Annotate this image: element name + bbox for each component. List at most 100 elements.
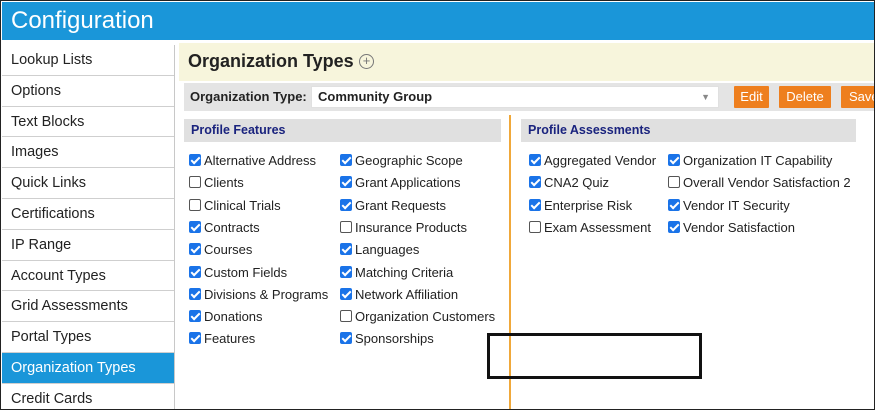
checkbox-unchecked-icon[interactable] (189, 176, 201, 189)
checkbox-item[interactable]: Exam Assessment (529, 220, 651, 236)
checkbox-label: Geographic Scope (355, 153, 463, 168)
checkbox-item[interactable]: Clients (189, 175, 244, 191)
checkbox-item[interactable]: Organization IT Capability (668, 153, 832, 169)
checkbox-label: Matching Criteria (355, 264, 454, 280)
checkbox-checked-icon[interactable] (340, 332, 352, 345)
checkbox-label: Grant Requests (355, 197, 447, 213)
checkbox-label: Aggregated Vendor (544, 153, 657, 168)
chevron-down-icon: ▼ (701, 92, 710, 102)
checkbox-unchecked-icon[interactable] (189, 198, 201, 211)
sidebar-item[interactable]: IP Range (2, 229, 174, 261)
checkbox-item[interactable]: Aggregated Vendor (529, 153, 656, 169)
edit-button[interactable]: Edit (734, 86, 769, 108)
checkbox-item[interactable]: Sponsorships (340, 331, 434, 347)
checkbox-checked-icon[interactable] (668, 198, 680, 211)
checkbox-label: Organization Customers (355, 309, 496, 325)
checkbox-item[interactable]: Grant Applications (340, 175, 461, 191)
checkbox-label: Sponsorships (355, 331, 434, 347)
sidebar-item[interactable]: Account Types (2, 260, 174, 292)
checkbox-item[interactable]: Clinical Trials (189, 198, 281, 214)
checkbox-unchecked-icon[interactable] (340, 310, 352, 323)
app-title: Configuration (2, 2, 874, 40)
page-title: Organization Types (188, 51, 354, 71)
checkbox-checked-icon[interactable] (340, 154, 352, 166)
checkbox-label: Overall Vendor Satisfaction 2 (683, 175, 851, 191)
checkbox-item[interactable]: Custom Fields (189, 265, 287, 281)
organization-type-bar: Organization Type: Community Group ▼ Edi… (184, 83, 874, 111)
checkbox-label: Contracts (204, 219, 260, 235)
checkbox-item[interactable]: Grant Requests (340, 198, 446, 214)
checkbox-unchecked-icon[interactable] (668, 176, 680, 189)
checkbox-checked-icon[interactable] (668, 220, 680, 233)
sidebar-item[interactable]: Text Blocks (2, 106, 174, 138)
organization-type-value: Community Group (318, 89, 433, 104)
checkbox-checked-icon[interactable] (189, 220, 201, 233)
checkbox-item[interactable]: Matching Criteria (340, 265, 453, 281)
checkbox-checked-icon[interactable] (189, 310, 201, 323)
delete-button[interactable]: Delete (779, 86, 831, 108)
sidebar-item[interactable]: Grid Assessments (2, 291, 174, 323)
checkbox-item[interactable]: Organization Customers (340, 309, 495, 325)
checkbox-label: Network Affiliation (355, 286, 459, 302)
sidebar-item[interactable]: Options (2, 75, 174, 107)
checkbox-label: Organization IT Capability (683, 153, 833, 168)
sidebar-item[interactable]: Quick Links (2, 168, 174, 199)
checkbox-checked-icon[interactable] (529, 198, 541, 211)
checkbox-item[interactable]: Overall Vendor Satisfaction 2 (668, 175, 851, 191)
checkbox-label: Divisions & Programs (204, 286, 329, 302)
checkbox-item[interactable]: Contracts (189, 220, 260, 236)
checkbox-checked-icon[interactable] (189, 243, 201, 256)
checkbox-checked-icon[interactable] (529, 176, 541, 189)
checkbox-label: Courses (204, 242, 253, 258)
checkbox-checked-icon[interactable] (189, 287, 201, 300)
checkbox-item[interactable]: Network Affiliation (340, 287, 458, 303)
checkbox-label: CNA2 Quiz (544, 175, 610, 191)
checkbox-item[interactable]: Vendor Satisfaction (668, 220, 795, 236)
checkbox-label: Exam Assessment (544, 219, 651, 235)
checkbox-checked-icon[interactable] (668, 154, 680, 166)
save-button[interactable]: Save (841, 86, 874, 108)
checkbox-label: Languages (355, 242, 420, 258)
checkbox-unchecked-icon[interactable] (529, 220, 541, 233)
checkbox-item[interactable]: Alternative Address (189, 153, 316, 169)
checkbox-item[interactable]: Enterprise Risk (529, 198, 632, 214)
checkbox-checked-icon[interactable] (340, 287, 352, 300)
checkbox-item[interactable]: Features (189, 331, 255, 347)
checkbox-checked-icon[interactable] (189, 332, 201, 345)
checkbox-label: Insurance Products (355, 219, 468, 235)
checkbox-item[interactable]: Courses (189, 242, 252, 258)
sidebar-item[interactable]: Lookup Lists (2, 45, 174, 76)
checkbox-label: Grant Applications (355, 175, 461, 191)
checkbox-label: Alternative Address (204, 153, 317, 168)
profile-features-header: Profile Features (184, 119, 501, 142)
app-window: Configuration Lookup Lists Options Text Bl… (0, 0, 875, 410)
sidebar-item[interactable]: Credit Cards (2, 383, 174, 409)
sidebar-item[interactable]: Portal Types (2, 322, 174, 353)
checkbox-item[interactable]: Donations (189, 309, 263, 325)
checkbox-label: Clients (204, 175, 244, 191)
checkbox-checked-icon[interactable] (529, 154, 541, 166)
plus-circle-icon[interactable]: + (359, 54, 374, 69)
checkbox-unchecked-icon[interactable] (340, 220, 352, 233)
sidebar-item[interactable]: Certifications (2, 198, 174, 230)
highlight-annotation-box (487, 333, 702, 379)
checkbox-item[interactable]: CNA2 Quiz (529, 175, 609, 191)
checkbox-item[interactable]: Divisions & Programs (189, 287, 328, 303)
sidebar-item[interactable]: Images (2, 137, 174, 169)
checkbox-label: Features (204, 331, 256, 347)
checkbox-checked-icon[interactable] (340, 265, 352, 278)
checkbox-item[interactable]: Insurance Products (340, 220, 467, 236)
organization-type-select[interactable]: Community Group ▼ (311, 86, 719, 108)
organization-type-label: Organization Type: (190, 89, 307, 104)
checkbox-item[interactable]: Geographic Scope (340, 153, 463, 169)
checkbox-item[interactable]: Vendor IT Security (668, 198, 790, 214)
checkbox-checked-icon[interactable] (189, 265, 201, 278)
sidebar: Lookup Lists Options Text Blocks Images Quic… (2, 45, 175, 409)
checkbox-checked-icon[interactable] (340, 198, 352, 211)
checkbox-label: Donations (204, 309, 263, 325)
sidebar-item[interactable]: Organization Types (2, 352, 174, 384)
checkbox-checked-icon[interactable] (340, 176, 352, 189)
checkbox-checked-icon[interactable] (189, 154, 201, 166)
checkbox-item[interactable]: Languages (340, 242, 419, 258)
checkbox-checked-icon[interactable] (340, 243, 352, 256)
